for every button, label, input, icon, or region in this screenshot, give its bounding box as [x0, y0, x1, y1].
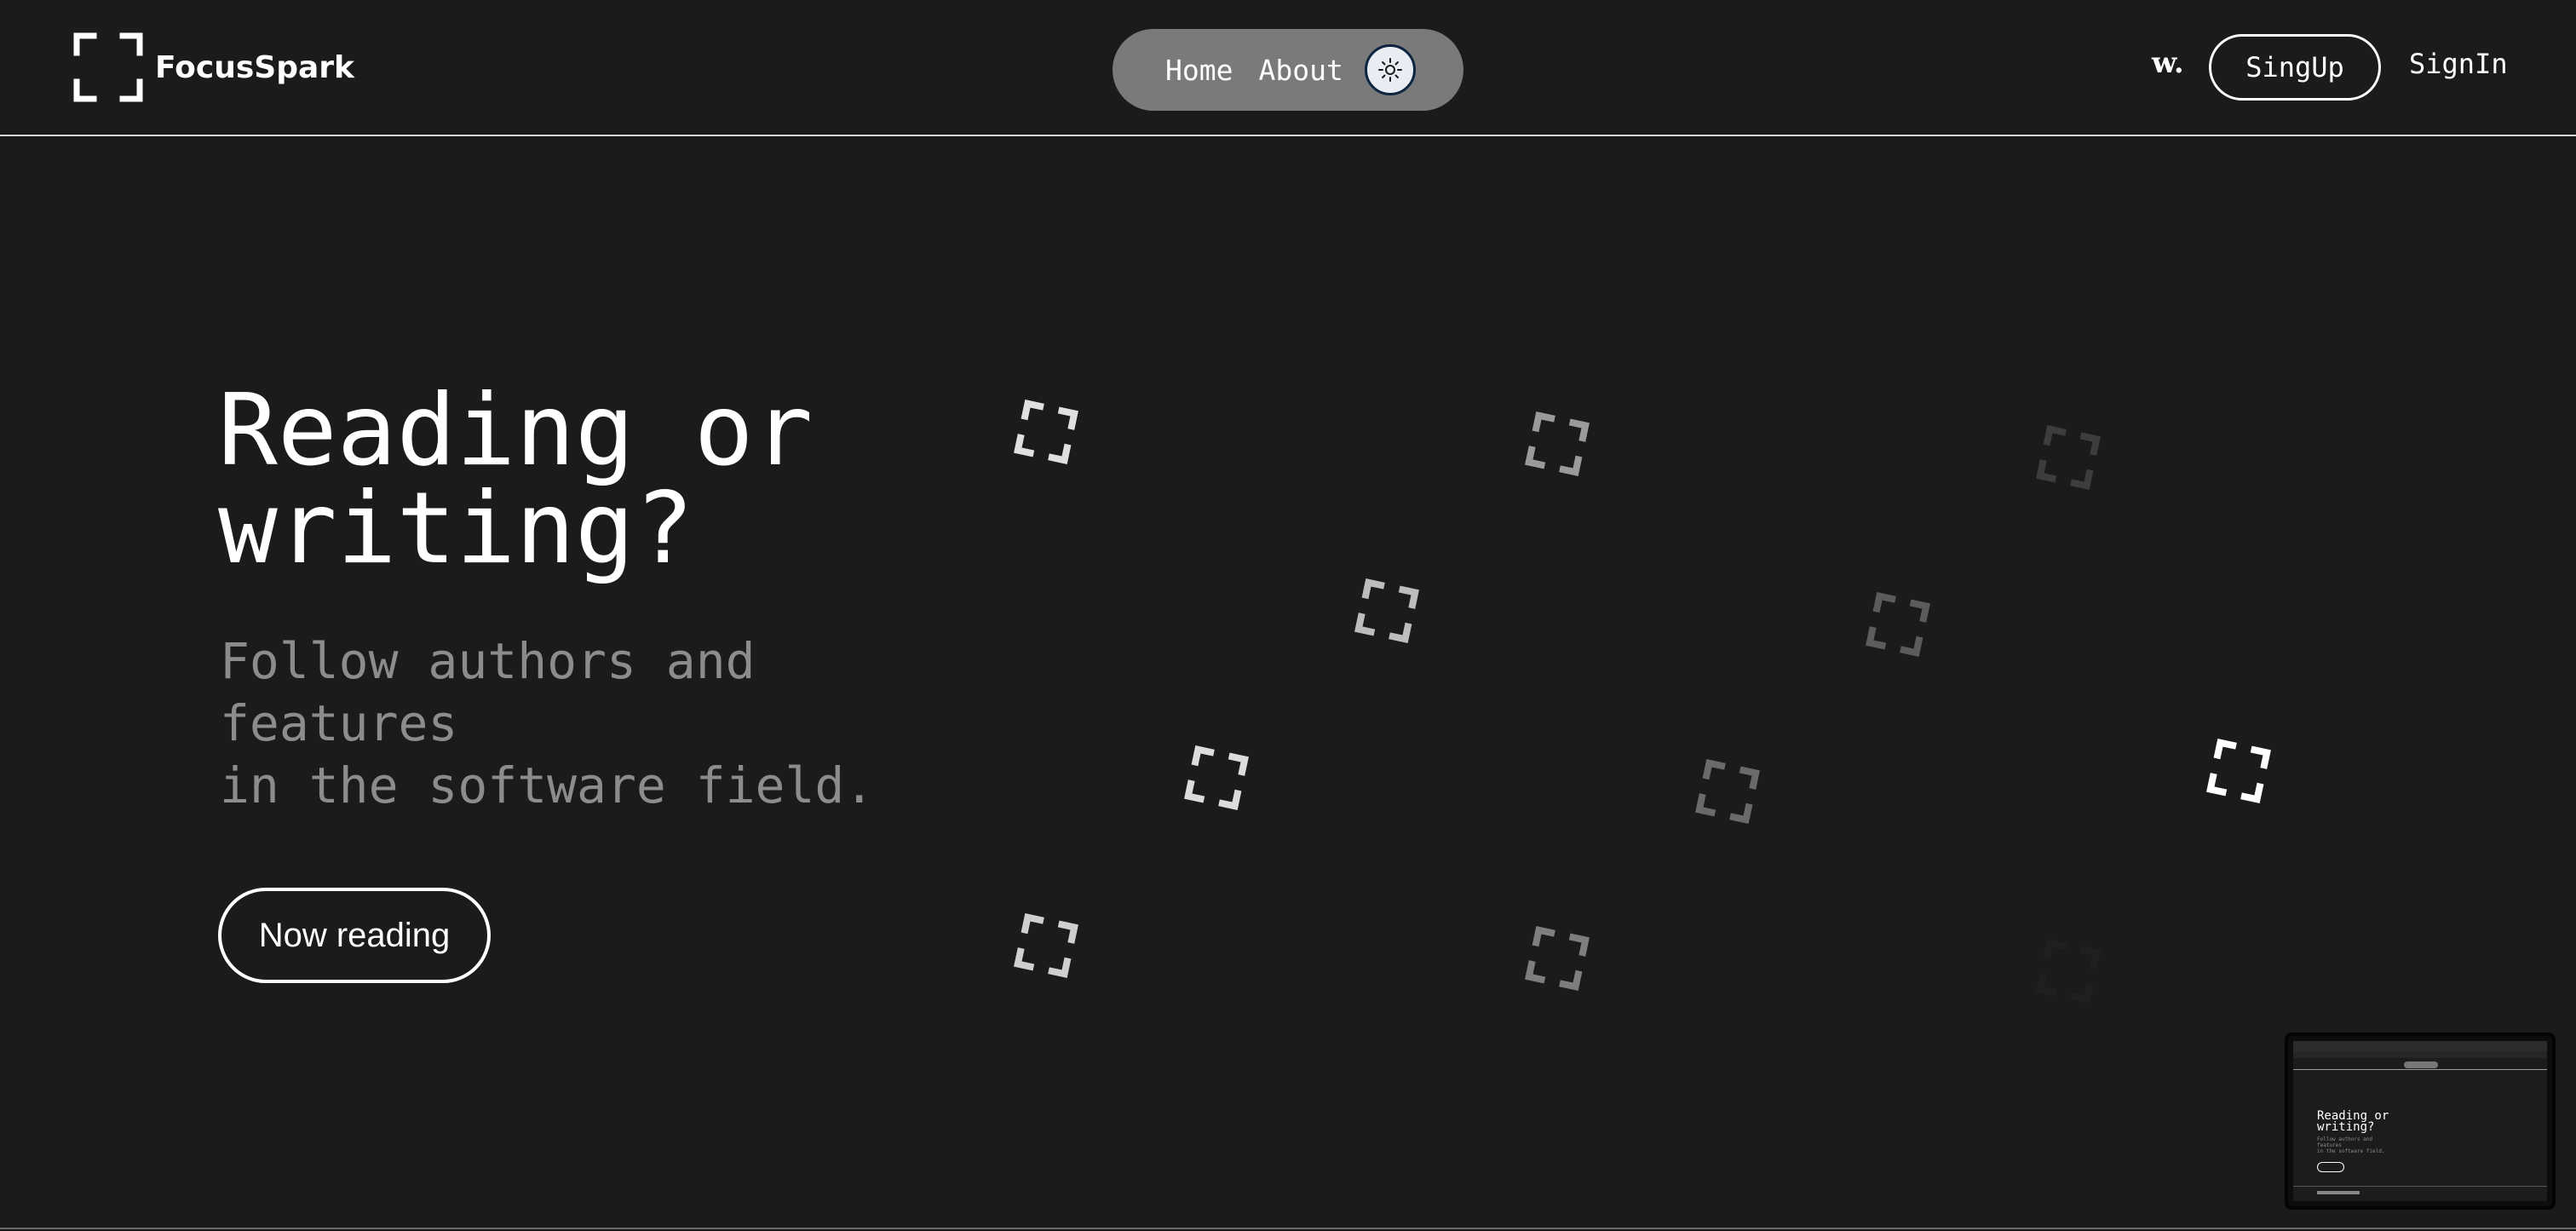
preview-nav-pill	[2404, 1061, 2438, 1068]
signup-button[interactable]: SingUp	[2209, 34, 2381, 101]
focus-bracket-icon	[2040, 429, 2096, 486]
focus-bracket-icon	[1359, 583, 1415, 639]
brand-name: FocusSpark	[155, 49, 354, 85]
now-reading-button[interactable]: Now reading	[218, 888, 491, 983]
main-nav: Home About	[1113, 29, 1463, 111]
focus-bracket-icon	[1018, 404, 1074, 460]
preview-footer-divider	[2293, 1186, 2547, 1187]
focus-bracket-icon	[1870, 596, 1926, 653]
hero-title: Reading or writing?	[218, 373, 814, 586]
decorative-brackets	[0, 0, 2576, 1231]
focus-bracket-icon	[2040, 943, 2096, 999]
nav-about-link[interactable]: About	[1258, 54, 1343, 87]
theme-toggle-button[interactable]	[1365, 44, 1416, 95]
focus-bracket-icon	[1699, 763, 1756, 820]
signin-link[interactable]: SignIn	[2409, 48, 2508, 80]
preview-subtitle: Follow authors and features in the softw…	[2317, 1136, 2385, 1154]
focus-bracket-icon	[2211, 743, 2267, 799]
page-preview-thumbnail[interactable]: Reading or writing? Follow authors and f…	[2285, 1033, 2556, 1210]
focus-bracket-icon	[73, 32, 143, 102]
focus-bracket-icon	[1529, 930, 1585, 987]
preview-footer-text	[2317, 1191, 2360, 1194]
page: FocusSpark Home About w. SingUp SignIn R…	[0, 0, 2576, 1231]
logo[interactable]: FocusSpark	[73, 32, 354, 102]
nav-home-link[interactable]: Home	[1165, 54, 1233, 87]
focus-bracket-icon	[1529, 416, 1585, 472]
site-header: FocusSpark Home About w. SingUp SignIn	[0, 0, 2576, 136]
preview-browser-bar	[2293, 1041, 2547, 1051]
preview-tab-bar	[2293, 1051, 2547, 1058]
preview-screen: Reading or writing? Follow authors and f…	[2293, 1041, 2547, 1201]
preview-cta	[2317, 1162, 2344, 1172]
w-logo-link[interactable]: w.	[2152, 46, 2184, 80]
hero-subtitle: Follow authors and features in the softw…	[220, 632, 875, 814]
focus-bracket-icon	[1188, 750, 1245, 806]
page-bottom-divider	[0, 1228, 2576, 1229]
preview-header-divider	[2293, 1069, 2547, 1070]
sun-icon	[1378, 58, 1402, 82]
preview-title: Reading or writing?	[2317, 1109, 2389, 1134]
focus-bracket-icon	[1018, 917, 1074, 974]
